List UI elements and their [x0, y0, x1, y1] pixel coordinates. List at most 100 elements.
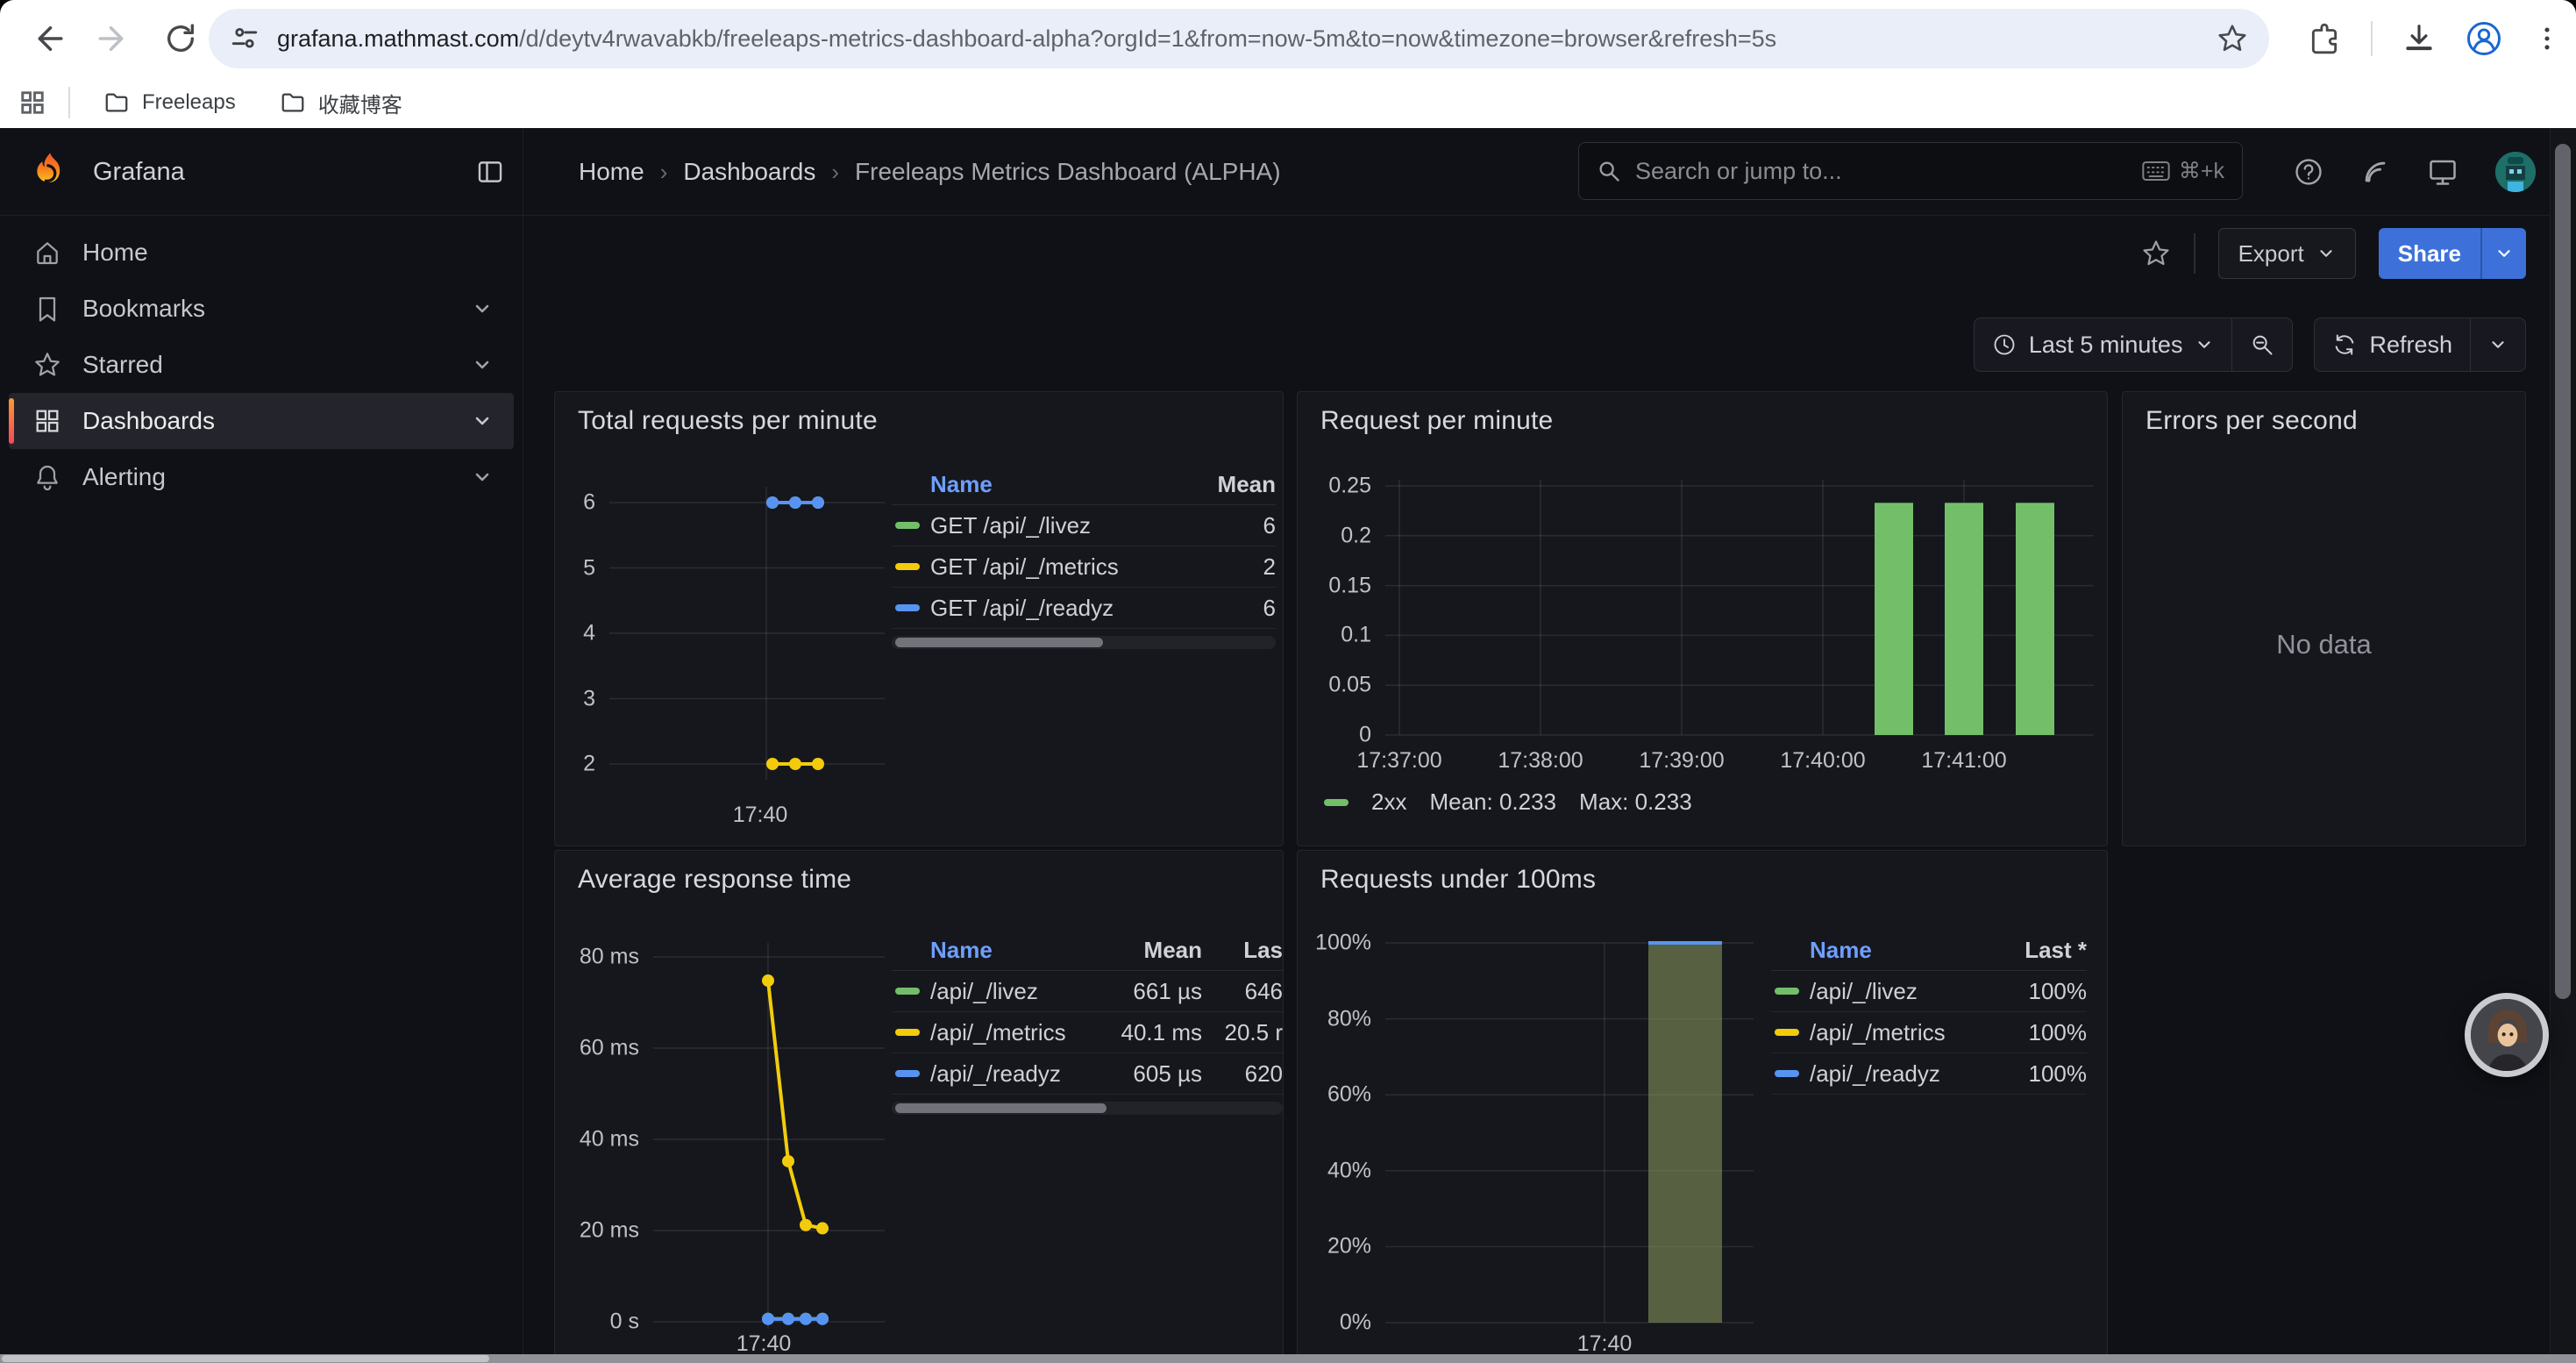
- legend-col-last[interactable]: Las: [1202, 937, 1283, 964]
- series-color-swatch: [1775, 1070, 1799, 1077]
- refresh-button[interactable]: Refresh: [2315, 318, 2470, 371]
- zoom-out-button[interactable]: [2231, 318, 2292, 371]
- legend-col-mean[interactable]: Mean: [1099, 937, 1202, 964]
- folder-icon: [103, 89, 130, 116]
- legend-row[interactable]: /api/_/readyz 100%: [1771, 1053, 2087, 1095]
- assistant-avatar-image: [2471, 999, 2544, 1073]
- time-controls: Last 5 minutes Refresh: [1974, 318, 2526, 372]
- favorite-star-icon[interactable]: [2141, 239, 2171, 268]
- legend-inline[interactable]: 2xx Mean: 0.233 Max: 0.233: [1324, 789, 1692, 816]
- series-color-swatch: [895, 1029, 920, 1036]
- grafana-brand[interactable]: Grafana: [93, 158, 185, 187]
- panel-errors-per-second: Errors per second No data: [2122, 391, 2526, 846]
- search-input[interactable]: Search or jump to... ⌘+k: [1578, 142, 2243, 200]
- bookmarks-bar: Freeleaps 收藏博客: [0, 77, 2576, 128]
- back-button[interactable]: [21, 12, 74, 65]
- legend-row[interactable]: /api/_/metrics 100%: [1771, 1012, 2087, 1053]
- legend-col-mean[interactable]: Mean: [1192, 471, 1276, 498]
- legend-col-name[interactable]: Name: [1810, 937, 1990, 964]
- sidebar-nav: Home Bookmarks Starred Dashboards Alerti…: [0, 216, 523, 1354]
- legend-table: Name Mean GET /api/_/livez 6 GET /api/_/…: [892, 464, 1276, 649]
- apps-grid-icon[interactable]: [19, 89, 46, 116]
- header-icons: [2294, 128, 2536, 216]
- keyboard-icon: [2142, 160, 2170, 182]
- share-button[interactable]: Share: [2379, 228, 2480, 279]
- panel-toggle-icon: [475, 157, 505, 187]
- back-icon: [29, 20, 66, 57]
- vertical-scrollbar: [2550, 128, 2576, 1354]
- menu-kebab-icon[interactable]: [2532, 24, 2562, 54]
- chevron-down-icon[interactable]: [472, 354, 493, 375]
- url-text[interactable]: grafana.mathmast.com/d/deytv4rwavabkb/fr…: [277, 25, 2217, 53]
- chart-request-per-minute: 0.250.20.150.10.05017:37:0017:38:0017:39…: [1298, 392, 2107, 846]
- download-icon[interactable]: [2402, 22, 2436, 55]
- zoom-out-icon: [2250, 332, 2274, 357]
- sidebar-item-starred[interactable]: Starred: [9, 337, 514, 393]
- dashboard-toolbar: Export Share: [2141, 228, 2526, 279]
- vertical-scrollbar-thumb[interactable]: [2555, 144, 2571, 999]
- forward-icon: [96, 20, 132, 57]
- legend-row[interactable]: /api/_/livez 661 µs 646: [892, 971, 1283, 1012]
- chevron-down-icon[interactable]: [472, 298, 493, 319]
- series-color-swatch: [1775, 988, 1799, 995]
- breadcrumb-separator: ›: [831, 159, 839, 186]
- reload-button[interactable]: [154, 12, 207, 65]
- legend-row[interactable]: /api/_/livez 100%: [1771, 971, 2087, 1012]
- panel-requests-under-100ms: Requests under 100ms 100%80%60%40%20%0%1…: [1297, 850, 2108, 1354]
- panel-title[interactable]: Errors per second: [2145, 406, 2358, 436]
- refresh-icon: [2332, 332, 2357, 357]
- bookmark-star-icon[interactable]: [2217, 23, 2248, 54]
- breadcrumb-dashboards[interactable]: Dashboards: [683, 158, 815, 186]
- refresh-interval-button[interactable]: [2470, 318, 2525, 371]
- chevron-down-icon[interactable]: [472, 467, 493, 488]
- series-color-swatch: [895, 604, 920, 611]
- sidebar-item-bookmarks[interactable]: Bookmarks: [9, 281, 514, 337]
- sidebar-item-home[interactable]: Home: [9, 225, 514, 281]
- horizontal-scrollbar-thumb[interactable]: [2, 1355, 489, 1362]
- legend-col-name[interactable]: Name: [930, 937, 1099, 964]
- sidebar-item-alerting[interactable]: Alerting: [9, 449, 514, 505]
- user-avatar[interactable]: [2495, 152, 2536, 192]
- help-icon[interactable]: [2294, 157, 2323, 187]
- legend-row[interactable]: /api/_/readyz 605 µs 620: [892, 1053, 1283, 1095]
- share-menu-button[interactable]: [2480, 228, 2526, 279]
- export-button[interactable]: Export: [2218, 228, 2356, 279]
- bookmark-folder-blogs[interactable]: 收藏博客: [269, 82, 413, 124]
- bookmark-folder-freeleaps[interactable]: Freeleaps: [93, 84, 246, 121]
- address-bar[interactable]: grafana.mathmast.com/d/deytv4rwavabkb/fr…: [209, 9, 2269, 68]
- search-icon: [1597, 159, 1621, 183]
- legend-row[interactable]: GET /api/_/livez 6: [892, 505, 1276, 546]
- legend-scrollbar-thumb[interactable]: [895, 1103, 1107, 1113]
- legend-scrollbar: [892, 1102, 1283, 1115]
- monitor-icon[interactable]: [2427, 156, 2459, 188]
- site-settings-icon[interactable]: [230, 24, 260, 54]
- toolbar-divider: [2194, 233, 2195, 274]
- chevron-down-icon: [2316, 244, 2336, 263]
- panel-average-response-time: Average response time 80 ms60 ms40 ms20 …: [554, 850, 1284, 1354]
- legend-col-name[interactable]: Name: [930, 471, 1192, 498]
- breadcrumb-home[interactable]: Home: [579, 158, 644, 186]
- panel-total-requests-per-minute: Total requests per minute 6543217:40 Nam…: [554, 391, 1284, 846]
- floating-assistant-avatar[interactable]: [2465, 993, 2549, 1077]
- news-rss-icon[interactable]: [2360, 157, 2390, 187]
- legend-row[interactable]: GET /api/_/readyz 6: [892, 588, 1276, 629]
- sidebar-toggle-button[interactable]: [472, 153, 509, 190]
- legend-row[interactable]: /api/_/metrics 40.1 ms 20.5 r: [892, 1012, 1283, 1053]
- legend-series-name[interactable]: 2xx: [1371, 789, 1406, 816]
- extensions-icon[interactable]: [2308, 22, 2341, 55]
- time-range-picker[interactable]: Last 5 minutes: [1975, 318, 2232, 371]
- legend-scrollbar-thumb[interactable]: [895, 638, 1103, 647]
- legend-table: Name Last * /api/_/livez 100% /api/_/met…: [1771, 930, 2087, 1095]
- profile-icon[interactable]: [2466, 20, 2502, 57]
- grafana-header: Grafana Home › Dashboards › Freeleaps Me…: [0, 128, 2576, 216]
- grafana-logo-icon[interactable]: [28, 151, 70, 193]
- legend-table: Name Mean Las /api/_/livez 661 µs 646 /a…: [892, 930, 1283, 1115]
- search-placeholder: Search or jump to...: [1635, 158, 2128, 185]
- legend-row[interactable]: GET /api/_/metrics 2: [892, 546, 1276, 588]
- sidebar-item-label: Alerting: [82, 463, 451, 491]
- chevron-down-icon[interactable]: [472, 410, 493, 432]
- legend-max: Max: 0.233: [1579, 789, 1692, 816]
- legend-col-last[interactable]: Last *: [1990, 937, 2087, 964]
- sidebar-item-dashboards[interactable]: Dashboards: [9, 393, 514, 449]
- forward-button[interactable]: [88, 12, 140, 65]
